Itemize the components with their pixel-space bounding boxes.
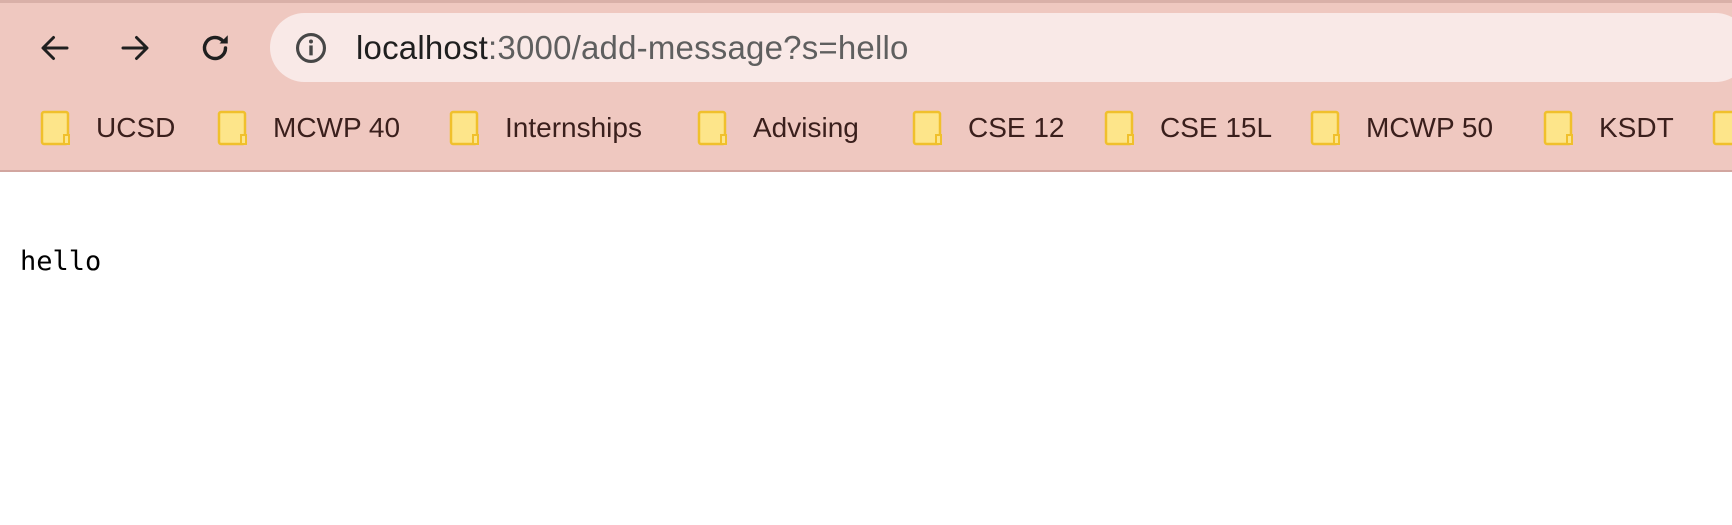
folder-icon xyxy=(449,110,479,146)
bookmark-mcwp-50[interactable]: MCWP 50 xyxy=(1310,104,1493,152)
bookmark-label: CSE 15L xyxy=(1160,112,1273,143)
bookmark-label: CSE 12 xyxy=(968,112,1065,143)
url-text[interactable]: localhost:3000/add-message?s=hello xyxy=(356,13,909,82)
bookmark-label: UCSD xyxy=(96,112,176,143)
bookmarks-bar: UCSD MCWP 40 Internships Advising CSE 12… xyxy=(0,98,1732,158)
folder-icon xyxy=(40,110,70,146)
bookmark-label: Advising xyxy=(753,112,859,143)
reload-icon xyxy=(202,35,228,61)
arrow-left-icon xyxy=(41,36,69,60)
page-body-text: hello xyxy=(20,246,102,277)
folder-icon xyxy=(912,110,942,146)
reload-button[interactable] xyxy=(189,22,241,74)
url-host: localhost xyxy=(356,29,489,66)
bookmark-label: Internships xyxy=(505,112,642,143)
bookmark-label: MCWP 50 xyxy=(1366,112,1494,143)
browser-toolbar: localhost:3000/add-message?s=hello UCSD … xyxy=(0,0,1732,172)
info-icon[interactable] xyxy=(294,31,328,65)
back-button[interactable] xyxy=(29,22,81,74)
folder-icon xyxy=(1104,110,1134,146)
bookmark-cse-12[interactable]: CSE 12 xyxy=(912,104,1065,152)
tab-strip-edge xyxy=(0,0,1732,3)
address-bar[interactable]: localhost:3000/add-message?s=hello xyxy=(270,13,1732,82)
bookmark-mcwp-40[interactable]: MCWP 40 xyxy=(217,104,400,152)
folder-icon xyxy=(1543,110,1573,146)
folder-icon xyxy=(1712,110,1732,146)
url-path: :3000/add-message?s=hello xyxy=(488,29,909,66)
bookmark-internships[interactable]: Internships xyxy=(449,104,642,152)
bookmark-ucsd[interactable]: UCSD xyxy=(40,104,175,152)
bookmark-label: KSDT xyxy=(1599,112,1674,143)
bookmark-label: MCWP 40 xyxy=(273,112,401,143)
forward-button[interactable] xyxy=(109,22,161,74)
bookmark-cse-15l[interactable]: CSE 15L xyxy=(1104,104,1272,152)
arrow-right-icon xyxy=(121,36,149,60)
bookmark-ksdt[interactable]: KSDT xyxy=(1543,104,1674,152)
folder-icon xyxy=(697,110,727,146)
folder-icon xyxy=(1310,110,1340,146)
folder-icon xyxy=(217,110,247,146)
bookmark-overflow[interactable] xyxy=(1712,104,1732,152)
bookmark-advising[interactable]: Advising xyxy=(697,104,859,152)
